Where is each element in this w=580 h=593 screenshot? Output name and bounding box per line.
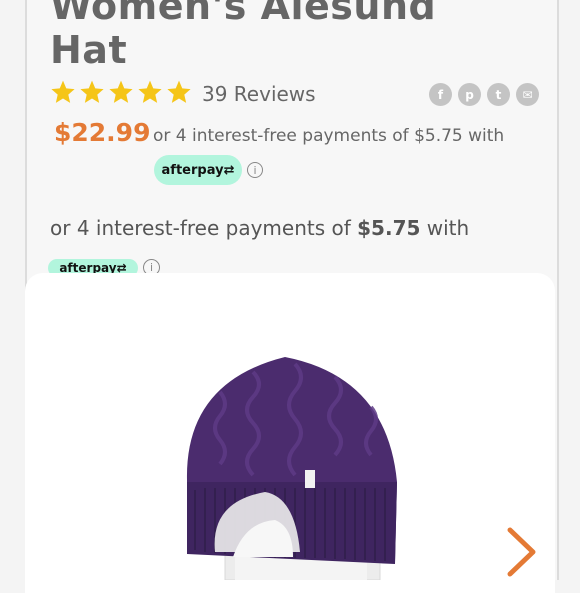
rating-stars[interactable] (50, 79, 192, 105)
pinterest-icon[interactable]: p (458, 83, 481, 106)
afterpay-arrows-icon: ⇄ (223, 162, 235, 178)
star-icon (80, 80, 104, 103)
chevron-right-icon[interactable] (503, 527, 539, 577)
star-icon (109, 80, 133, 103)
twitter-icon[interactable]: t (487, 83, 510, 106)
afterpay-label: afterpay (161, 162, 224, 178)
share-buttons: f p t ✉ (429, 83, 539, 106)
installment-text-2: or 4 interest-free payments of $5.75 wit… (50, 216, 469, 240)
product-price: $22.99 (54, 118, 151, 147)
star-icon (167, 80, 191, 103)
facebook-icon[interactable]: f (429, 83, 452, 106)
star-icon (138, 80, 162, 103)
product-image[interactable] (175, 352, 415, 580)
installment-suffix: with (420, 216, 470, 240)
reviews-link[interactable]: 39 Reviews (202, 82, 316, 106)
product-title-line2: Hat (50, 28, 128, 72)
installment-amount: $5.75 (357, 216, 421, 240)
installment-text: or 4 interest-free payments of $5.75 wit… (153, 126, 505, 146)
product-title-line1: Women's Alesund (50, 0, 437, 28)
email-icon[interactable]: ✉ (516, 83, 539, 106)
afterpay-badge[interactable]: afterpay ⇄ (154, 155, 242, 185)
star-icon (51, 80, 75, 103)
installment-prefix: or 4 interest-free payments of (50, 216, 358, 240)
info-icon[interactable]: i (247, 162, 263, 178)
